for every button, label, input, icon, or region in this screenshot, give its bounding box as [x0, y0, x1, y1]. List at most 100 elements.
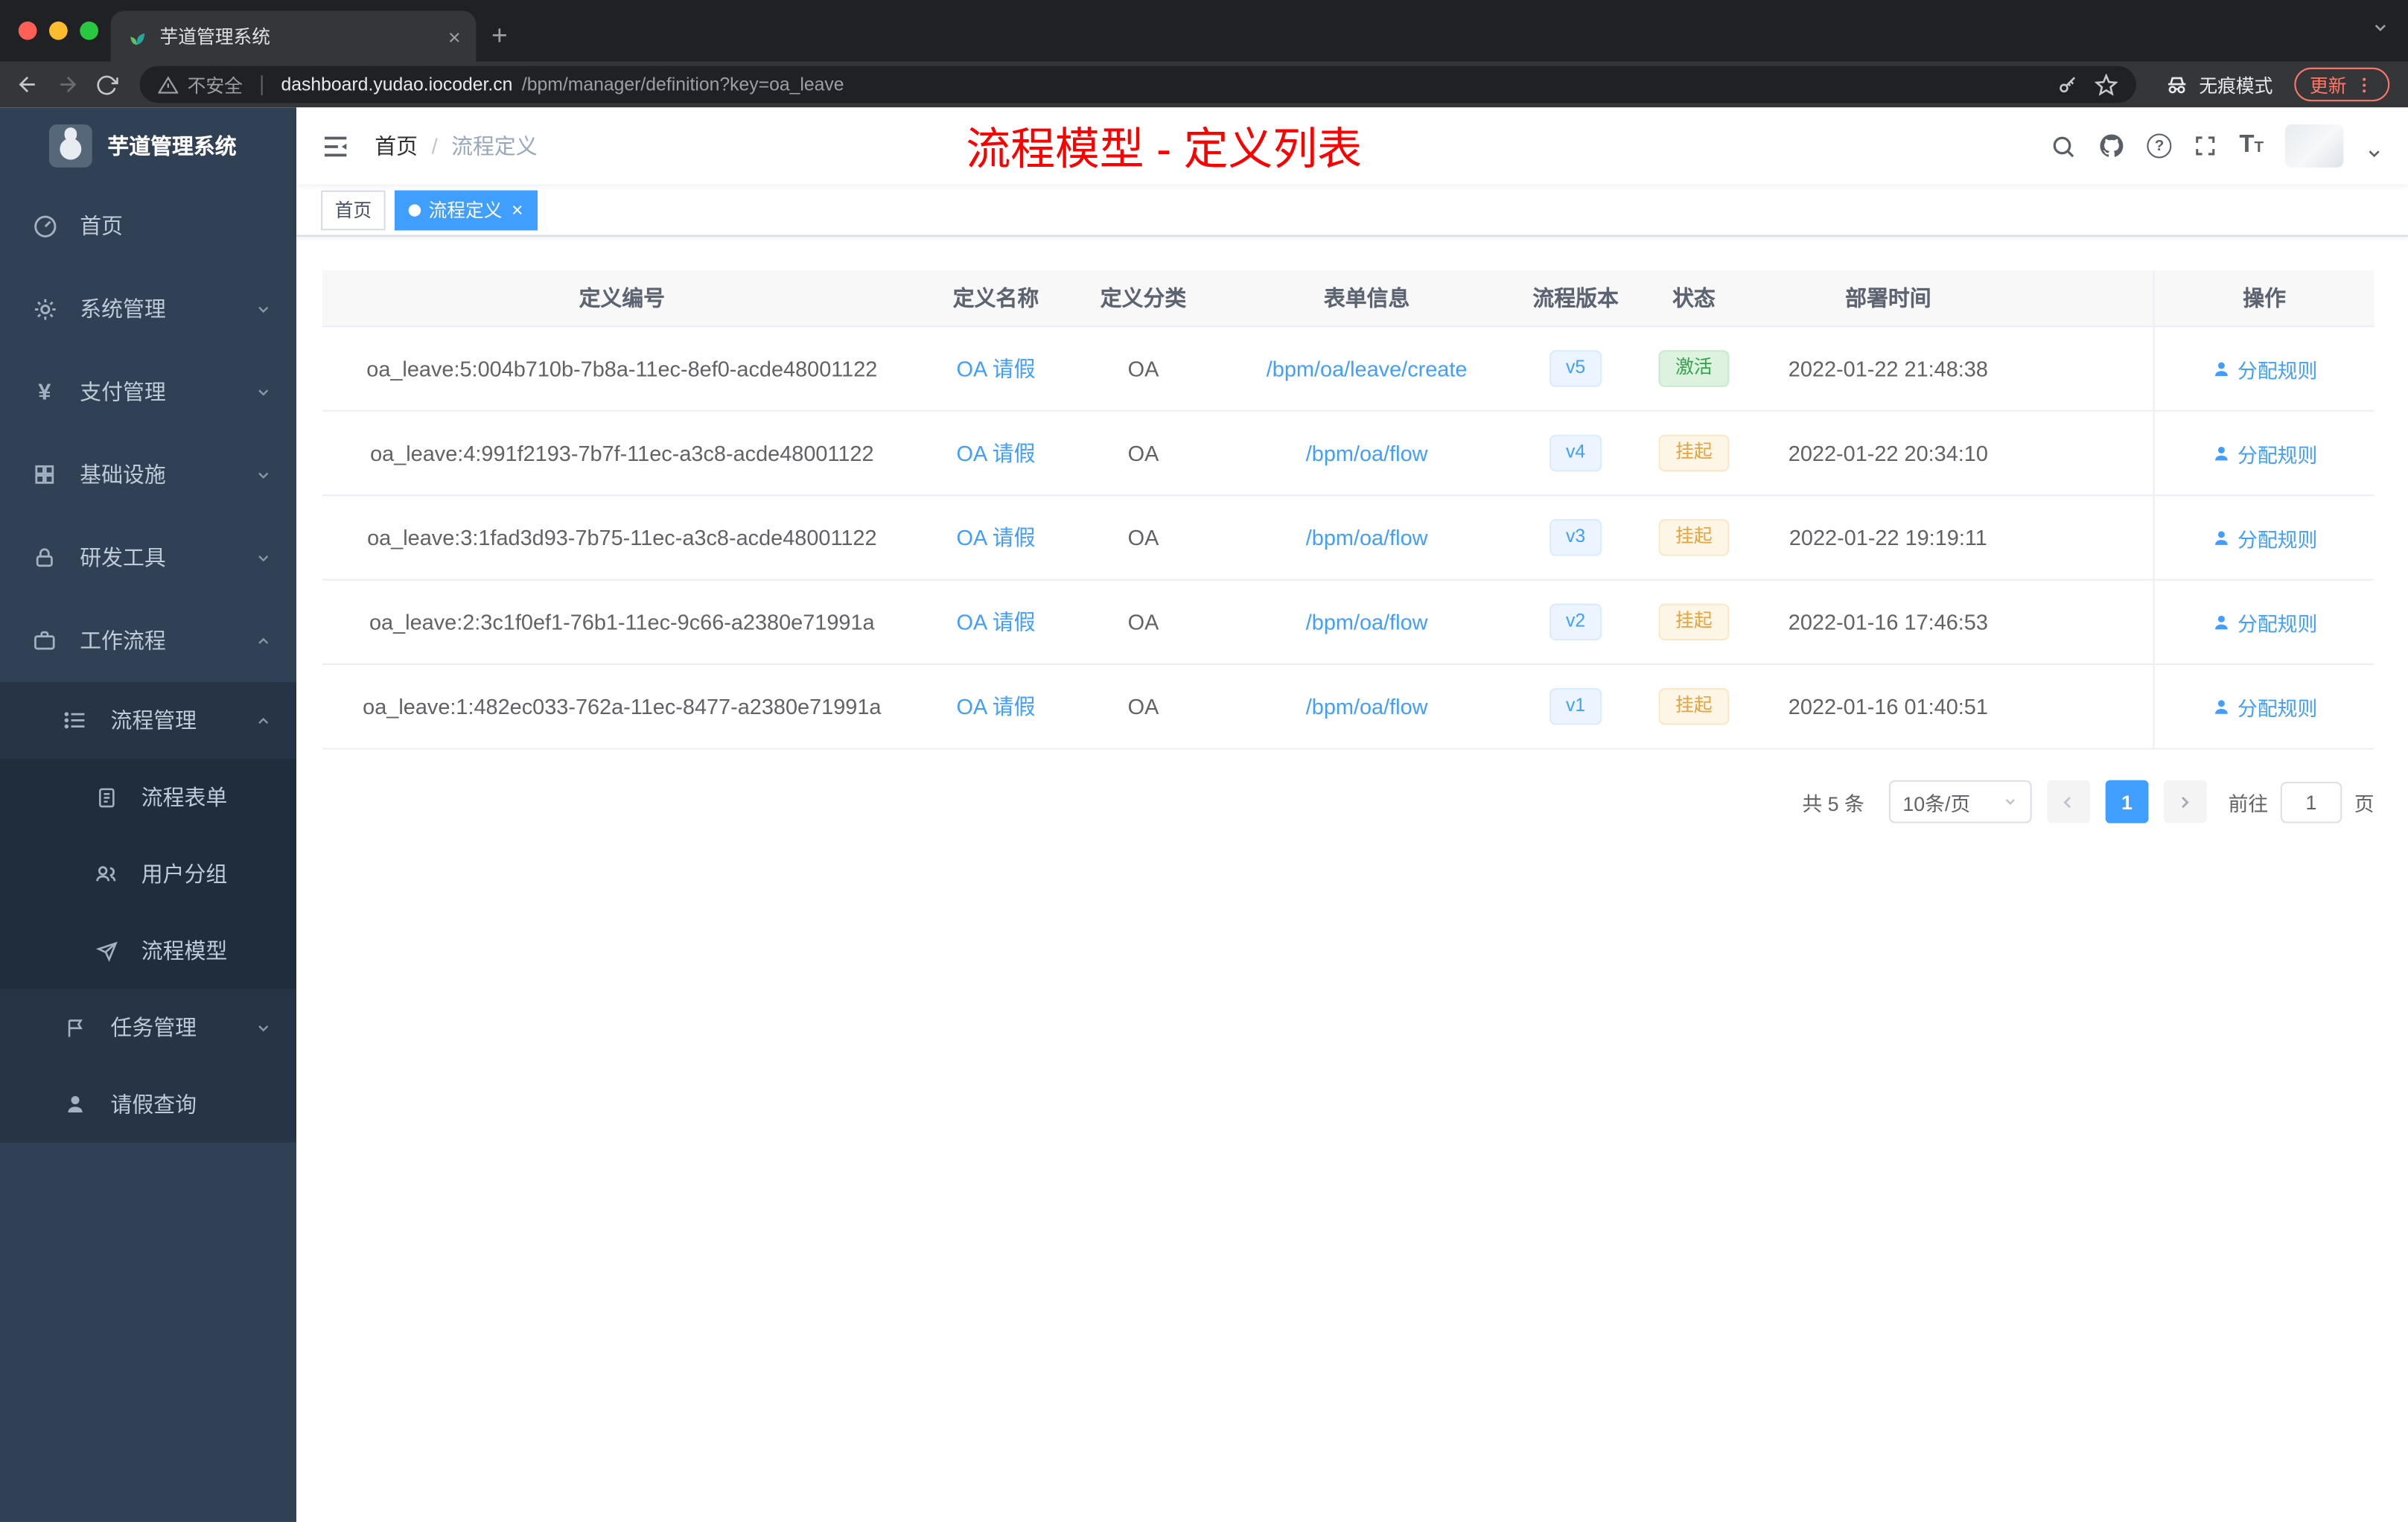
assign-rule-link[interactable]: 分配规则 [2211, 523, 2317, 552]
tag-home[interactable]: 首页 [321, 189, 386, 230]
workflow-submenu: 流程管理 流程表单 用户分组 流程模型 任务管理 请假查询 [0, 681, 297, 1143]
tag-process-definition[interactable]: 流程定义 × [395, 189, 538, 230]
sidebar-item-infrastructure[interactable]: 基础设施 [0, 433, 296, 516]
gear-icon [31, 295, 58, 322]
tab-favicon-icon [130, 32, 145, 45]
sidebar-item-workflow[interactable]: 工作流程 [0, 599, 296, 681]
reload-icon[interactable] [95, 73, 118, 96]
prev-page-button[interactable] [2047, 780, 2090, 824]
form-link[interactable]: /bpm/oa/flow [1306, 610, 1428, 634]
table-row: oa_leave:3:1fad3d93-7b75-11ec-a3c8-acde4… [322, 496, 2374, 581]
fullscreen-icon[interactable] [2193, 133, 2217, 158]
sidebar-item-label: 首页 [80, 213, 123, 238]
bookmark-star-icon[interactable] [2095, 72, 2118, 96]
avatar-caret-icon[interactable] [2365, 144, 2383, 163]
forward-icon[interactable] [55, 72, 80, 97]
users-icon [92, 860, 120, 888]
form-link[interactable]: /bpm/oa/flow [1306, 694, 1428, 719]
sidebar-item-task-management[interactable]: 任务管理 [0, 989, 296, 1066]
back-icon[interactable] [16, 72, 40, 97]
chevron-down-icon [255, 1019, 272, 1036]
assign-rule-link[interactable]: 分配规则 [2211, 354, 2317, 383]
assign-rule-link[interactable]: 分配规则 [2211, 439, 2317, 468]
sidebar-item-label: 流程管理 [110, 707, 197, 733]
chevron-up-icon [255, 632, 272, 649]
goto-page-input[interactable] [2280, 780, 2342, 823]
font-size-icon[interactable]: TT [2239, 132, 2264, 159]
document-icon [92, 783, 120, 811]
definition-name-link[interactable]: OA 请假 [957, 691, 1036, 722]
sidebar-item-payment[interactable]: ¥ 支付管理 [0, 350, 296, 433]
sidebar-item-label: 支付管理 [80, 379, 166, 404]
version-badge: v3 [1549, 519, 1602, 556]
close-window-button[interactable] [18, 21, 37, 40]
incognito-label: 无痕模式 [2199, 74, 2273, 96]
status-badge: 挂起 [1658, 435, 1730, 471]
flag-icon [62, 1013, 89, 1041]
definition-name-link[interactable]: OA 请假 [957, 353, 1036, 383]
github-icon[interactable] [2098, 132, 2126, 159]
user-avatar[interactable] [2285, 124, 2344, 168]
update-button[interactable]: 更新 [2294, 67, 2390, 102]
sidebar-item-home[interactable]: 首页 [0, 185, 296, 267]
cell-filler [2022, 665, 2153, 748]
browser-menu-icon[interactable] [2354, 74, 2374, 95]
cell-definition-id: oa_leave:1:482ec033-762a-11ec-8477-a2380… [363, 694, 882, 719]
browser-tab[interactable]: 芋道管理系统 × [110, 10, 477, 62]
update-label: 更新 [2309, 74, 2347, 96]
definition-name-link[interactable]: OA 请假 [957, 438, 1036, 468]
tab-search-icon[interactable] [2372, 19, 2390, 37]
page-size-select[interactable]: 10条/页 [1888, 780, 2032, 824]
breadcrumb-home[interactable]: 首页 [375, 130, 418, 161]
tab-close-icon[interactable]: × [448, 25, 461, 47]
browser-tab-strip: 芋道管理系统 × + [0, 0, 2408, 62]
page-number-button[interactable]: 1 [2105, 780, 2149, 824]
col-header-id: 定义编号 [579, 285, 666, 311]
assign-rule-link[interactable]: 分配规则 [2211, 608, 2317, 637]
col-header-deploy-time: 部署时间 [1845, 285, 1931, 311]
password-key-icon[interactable] [2057, 73, 2080, 96]
chevron-down-icon [255, 300, 272, 317]
next-page-button[interactable] [2163, 780, 2207, 824]
search-icon[interactable] [2051, 133, 2077, 159]
cell-deploy-time: 2022-01-16 01:40:51 [1788, 694, 1988, 719]
sidebar-item-process-model[interactable]: 流程模型 [0, 912, 296, 989]
definition-name-link[interactable]: OA 请假 [957, 522, 1036, 553]
sidebar-item-process-management[interactable]: 流程管理 [0, 682, 296, 759]
cell-category: OA [1127, 609, 1159, 634]
breadcrumb-current: 流程定义 [451, 133, 538, 159]
sidebar-item-devtools[interactable]: 研发工具 [0, 516, 296, 599]
form-link[interactable]: /bpm/oa/flow [1306, 441, 1428, 465]
user-icon [2214, 361, 2228, 375]
new-tab-button[interactable]: + [476, 10, 523, 61]
cell-definition-id: oa_leave:3:1fad3d93-7b75-11ec-a3c8-acde4… [367, 525, 877, 550]
sidebar-item-process-form[interactable]: 流程表单 [0, 759, 296, 835]
sidebar-item-user-group[interactable]: 用户分组 [0, 835, 296, 912]
form-link[interactable]: /bpm/oa/flow [1306, 525, 1428, 550]
help-icon[interactable]: ? [2147, 133, 2172, 159]
chevron-up-icon [255, 712, 272, 729]
cell-filler [2022, 412, 2153, 494]
hamburger-icon[interactable] [321, 131, 350, 160]
zoom-window-button[interactable] [80, 21, 98, 40]
sidebar-item-leave-query[interactable]: 请假查询 [0, 1066, 296, 1142]
col-header-name: 定义名称 [952, 285, 1039, 311]
sidebar-item-system[interactable]: 系统管理 [0, 267, 296, 350]
total-count-label: 共 5 条 [1802, 792, 1864, 815]
form-link[interactable]: /bpm/oa/leave/create [1267, 357, 1468, 381]
cell-filler [2022, 327, 2153, 410]
col-header-filler [2022, 270, 2153, 325]
cell-filler [2022, 581, 2153, 663]
table-row: oa_leave:2:3c1f0ef1-76b1-11ec-9c66-a2380… [322, 580, 2374, 666]
assign-rule-link[interactable]: 分配规则 [2211, 692, 2317, 721]
tag-close-icon[interactable]: × [512, 200, 523, 220]
address-bar[interactable]: 不安全 dashboard.yudao.iocoder.cn/bpm/manag… [139, 66, 2136, 104]
table-row: oa_leave:1:482ec033-762a-11ec-8477-a2380… [322, 665, 2374, 750]
user-icon [2214, 445, 2228, 460]
definition-name-link[interactable]: OA 请假 [957, 607, 1036, 637]
cell-definition-id: oa_leave:5:004b710b-7b8a-11ec-8ef0-acde4… [366, 356, 878, 381]
pagination: 共 5 条 10条/页 1 前往 页 [322, 780, 2374, 824]
minimize-window-button[interactable] [49, 21, 68, 40]
sidebar-logo[interactable]: 芋道管理系统 [0, 107, 296, 184]
version-badge: v4 [1549, 435, 1602, 471]
